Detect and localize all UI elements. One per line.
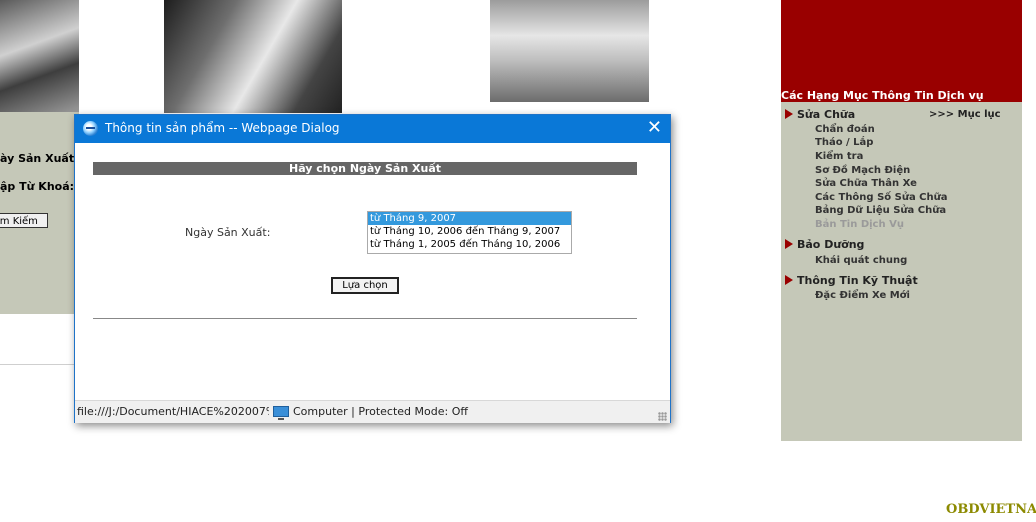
listbox-option[interactable]: từ Tháng 1, 2005 đến Tháng 10, 2006: [368, 238, 571, 251]
section-technical-info[interactable]: Thông Tin Kỹ Thuật: [785, 274, 918, 287]
index-link[interactable]: >>> Mục lục: [929, 109, 1001, 120]
section-label: Bảo Dưỡng: [797, 238, 865, 251]
menu-item-body-repair[interactable]: Sửa Chữa Thân Xe: [815, 178, 917, 189]
menu-item-overview[interactable]: Khái quát chung: [815, 255, 907, 266]
menu-item-removal-install[interactable]: Tháo / Lắp: [815, 137, 873, 148]
triangle-icon: [785, 239, 793, 249]
dialog-title: Thông tin sản phẩm -- Webpage Dialog: [105, 121, 340, 135]
brand-watermark: OBDVIETNAM: [946, 502, 1036, 517]
section-label: Sửa Chữa: [797, 108, 856, 121]
mechanic-photo: [0, 0, 79, 112]
dialog-separator: [93, 318, 637, 319]
service-category-panel: Các Hạng Mục Thông Tin Dịch vụ >>> Mục l…: [781, 0, 1022, 441]
engine-repair-photo: [164, 0, 342, 113]
menu-item-repair-specs[interactable]: Các Thông Số Sửa Chữa: [815, 192, 948, 203]
section-maintenance[interactable]: Bảo Dưỡng: [785, 238, 864, 251]
category-banner: [781, 0, 1022, 102]
menu-item-inspection[interactable]: Kiểm tra: [815, 151, 863, 162]
production-date-label: ày Sản Xuất:: [0, 152, 79, 165]
menu-item-diagnosis[interactable]: Chẩn đoán: [815, 124, 875, 135]
menu-item-new-features[interactable]: Đặc Điểm Xe Mới: [815, 290, 910, 301]
computer-icon: [273, 406, 289, 420]
triangle-icon: [785, 109, 793, 119]
status-bar: file:///J:/Document/HIACE%202007% Comput…: [75, 400, 670, 423]
section-repair[interactable]: Sửa Chữa: [785, 108, 855, 121]
listbox-option[interactable]: từ Tháng 9, 2007: [368, 212, 571, 225]
choose-button[interactable]: Lựa chọn: [331, 277, 399, 294]
keyword-label: ập Từ Khoá:: [0, 180, 75, 193]
listbox-option[interactable]: từ Tháng 10, 2006 đến Tháng 9, 2007: [368, 225, 571, 238]
production-date-listbox[interactable]: từ Tháng 9, 2007 từ Tháng 10, 2006 đến T…: [367, 211, 572, 254]
search-button[interactable]: ìm Kiếm: [0, 213, 48, 228]
dialog-header: Hãy chọn Ngày Sản Xuất: [93, 162, 637, 175]
browser-icon: [83, 121, 98, 136]
production-date-field-label: Ngày Sản Xuất:: [185, 226, 271, 239]
category-title: Các Hạng Mục Thông Tin Dịch vụ: [781, 89, 984, 102]
menu-item-repair-data[interactable]: Bảng Dữ Liệu Sửa Chữa: [815, 205, 946, 216]
security-zone: Computer | Protected Mode: Off: [293, 405, 468, 418]
menu-item-service-bulletin: Bản Tin Dịch Vụ: [815, 219, 904, 230]
status-url: file:///J:/Document/HIACE%202007%: [77, 405, 269, 418]
workshop-photo: [490, 0, 649, 102]
resize-grip-icon[interactable]: [658, 412, 667, 421]
section-label: Thông Tin Kỹ Thuật: [797, 274, 918, 287]
divider: [0, 364, 75, 365]
dialog-titlebar[interactable]: Thông tin sản phẩm -- Webpage Dialog ✕: [75, 115, 670, 143]
triangle-icon: [785, 275, 793, 285]
product-info-dialog: Thông tin sản phẩm -- Webpage Dialog ✕ H…: [74, 114, 671, 423]
menu-item-wiring-diagram[interactable]: Sơ Đồ Mạch Điện: [815, 165, 910, 176]
close-icon[interactable]: ✕: [647, 118, 662, 138]
